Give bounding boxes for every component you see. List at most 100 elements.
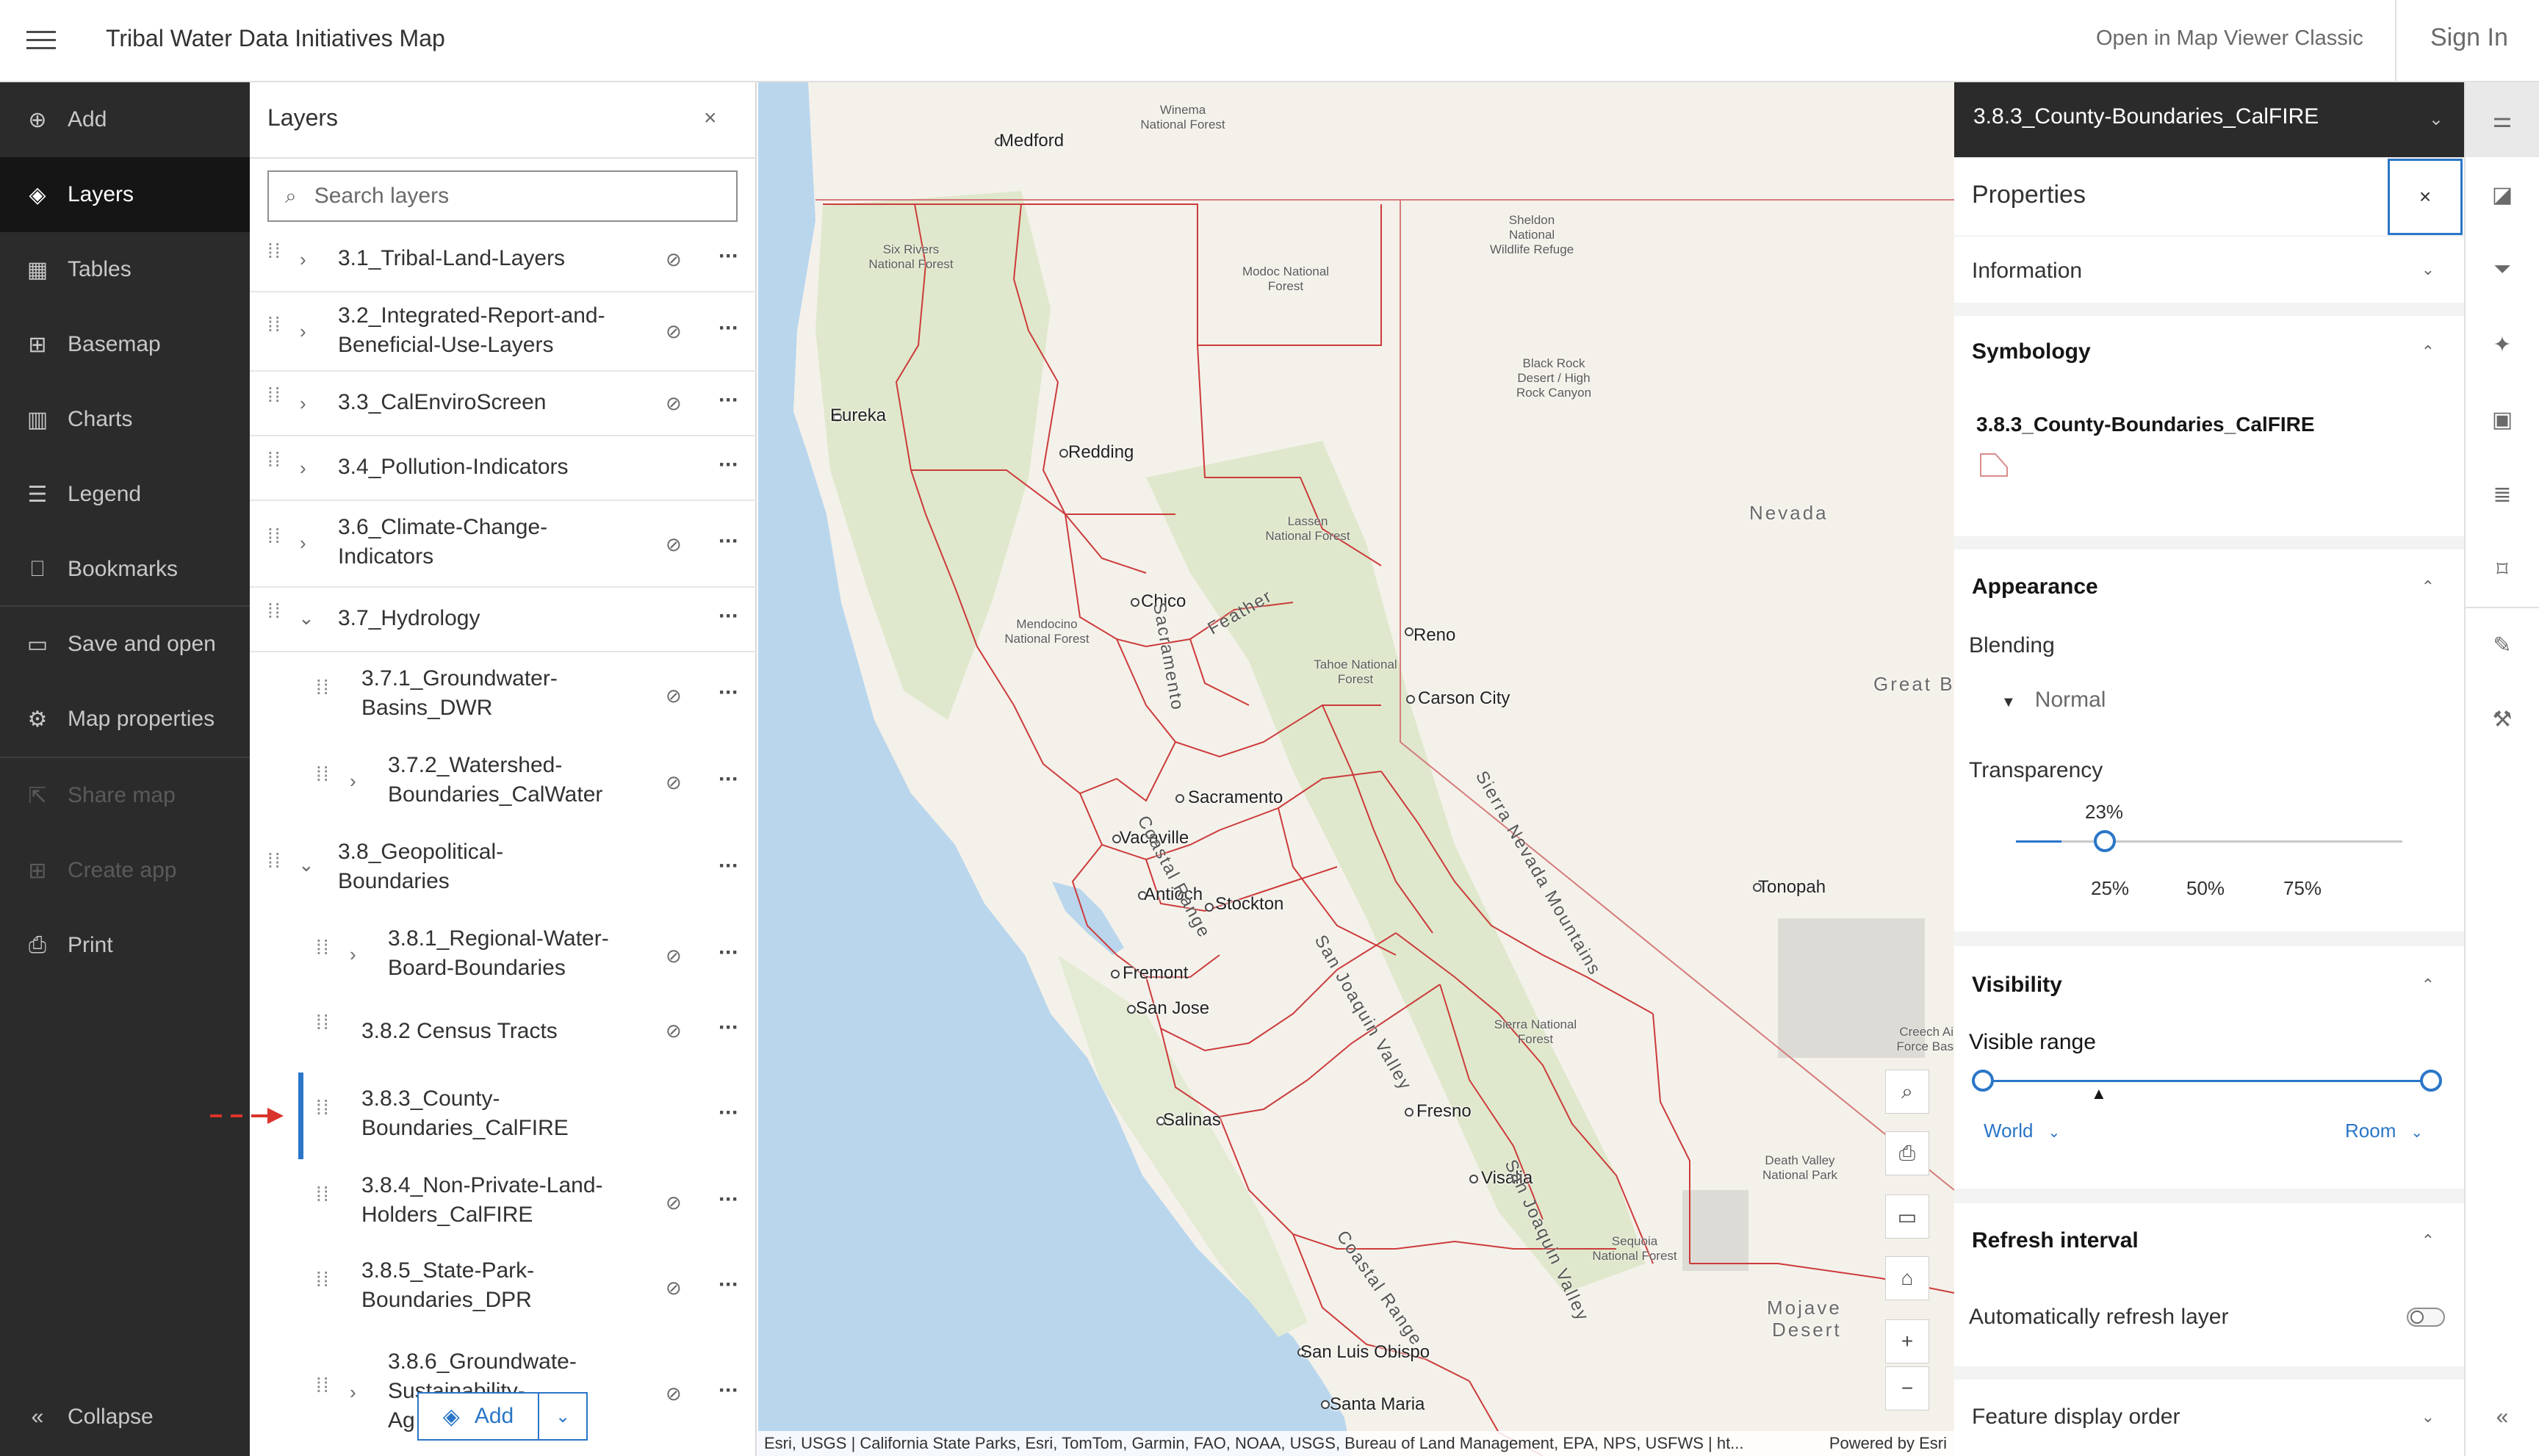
add-button-main[interactable]: ◈ Add: [419, 1394, 539, 1439]
expand-icon[interactable]: «: [2466, 1380, 2539, 1455]
nav-save-and-open[interactable]: ▭ Save and open: [0, 607, 250, 682]
menu-icon[interactable]: [26, 25, 56, 54]
more-icon[interactable]: ···: [719, 316, 739, 341]
map-search-icon[interactable]: ⌕: [1885, 1070, 1929, 1114]
more-icon[interactable]: ···: [719, 1187, 739, 1212]
map-print-icon[interactable]: ⎙: [1885, 1131, 1929, 1175]
chevron-right-icon[interactable]: ›: [300, 248, 306, 271]
visible-range-track[interactable]: [1982, 1080, 2429, 1082]
popups-icon[interactable]: ▣: [2466, 382, 2539, 457]
drag-handle-icon[interactable]: ⁞⁞: [267, 385, 281, 416]
visibility-off-icon[interactable]: ⊘: [666, 392, 692, 414]
effects-icon[interactable]: ✦: [2466, 307, 2539, 382]
more-icon[interactable]: ···: [719, 529, 739, 554]
chevron-right-icon[interactable]: ›: [300, 320, 306, 343]
chevron-right-icon[interactable]: ›: [300, 457, 306, 480]
transparency-track[interactable]: [2016, 840, 2402, 843]
more-icon[interactable]: ···: [719, 940, 739, 965]
drag-handle-icon[interactable]: ⁞⁞: [316, 1184, 329, 1215]
range-max-select[interactable]: Room ⌄: [2345, 1120, 2423, 1142]
close-icon[interactable]: ×: [704, 106, 717, 131]
visibility-off-icon[interactable]: ⊘: [666, 533, 692, 555]
drag-handle-icon[interactable]: ⁞⁞: [316, 1098, 329, 1128]
more-icon[interactable]: ···: [719, 854, 739, 879]
chevron-down-icon[interactable]: ⌄: [298, 854, 314, 876]
drag-handle-icon[interactable]: ⁞⁞: [316, 1375, 329, 1406]
range-min-thumb[interactable]: [1972, 1070, 1994, 1092]
nav-basemap[interactable]: ⊞ Basemap: [0, 307, 250, 382]
chevron-right-icon[interactable]: ›: [300, 532, 306, 555]
properties-icon[interactable]: ⚌: [2466, 82, 2539, 157]
feature-order-section[interactable]: Feature display order ⌄: [1954, 1380, 2464, 1456]
layer-row[interactable]: ⁞⁞ › 3.2_Integrated-Report-and- Benefici…: [250, 292, 757, 372]
layer-row[interactable]: ⁞⁞ › 3.8.1_Regional-Water- Board-Boundar…: [250, 912, 757, 999]
layer-row-selected[interactable]: ⁞⁞ 3.8.3_County- Boundaries_CalFIRE ···: [250, 1073, 757, 1159]
more-icon[interactable]: ···: [719, 1272, 739, 1297]
more-icon[interactable]: ···: [719, 453, 739, 477]
drag-handle-icon[interactable]: ⁞⁞: [267, 851, 281, 882]
chevron-down-icon[interactable]: ⌄: [2421, 1408, 2435, 1427]
layer-row[interactable]: ⁞⁞ › 3.7.2_Watershed- Boundaries_CalWate…: [250, 739, 757, 826]
styles-icon[interactable]: ◪: [2466, 157, 2539, 232]
more-icon[interactable]: ···: [719, 244, 739, 269]
configure-icon[interactable]: ⚒: [2466, 682, 2539, 757]
drag-handle-icon[interactable]: ⁞⁞: [316, 1269, 329, 1300]
range-min-select[interactable]: World ⌄: [1984, 1120, 2060, 1142]
layer-row[interactable]: ⁞⁞ › 3.1_Tribal-Land-Layers ⊘ ···: [250, 228, 757, 292]
nav-layers[interactable]: ◈ Layers: [0, 157, 250, 232]
visibility-off-icon[interactable]: ⊘: [666, 771, 692, 793]
visibility-off-icon[interactable]: ⊘: [666, 1277, 692, 1299]
more-icon[interactable]: ···: [719, 1378, 739, 1403]
chevron-right-icon[interactable]: ›: [350, 770, 356, 793]
nav-print[interactable]: ⎙ Print: [0, 908, 250, 983]
layer-row[interactable]: ⁞⁞ 3.7.1_Groundwater- Basins_DWR ⊘ ···: [250, 652, 757, 739]
drag-handle-icon[interactable]: ⁞⁞: [267, 526, 281, 557]
zoom-out-icon[interactable]: −: [1885, 1366, 1929, 1410]
transparency-thumb[interactable]: [2094, 830, 2116, 852]
layer-row[interactable]: ⁞⁞ › 3.3_CalEnviroScreen ⊘ ···: [250, 372, 757, 436]
nav-map-properties[interactable]: ⚙ Map properties: [0, 682, 250, 757]
layer-selector[interactable]: 3.8.3_County-Boundaries_CalFIRE ⌄: [1954, 82, 2464, 157]
fields-icon[interactable]: ≣: [2466, 457, 2539, 532]
chevron-right-icon[interactable]: ›: [300, 392, 306, 415]
drag-handle-icon[interactable]: ⁞⁞: [316, 1012, 329, 1043]
nav-collapse[interactable]: « Collapse: [0, 1380, 250, 1455]
section-title[interactable]: Appearance: [1972, 574, 2098, 599]
visibility-off-icon[interactable]: ⊘: [666, 320, 692, 342]
section-title[interactable]: Symbology: [1972, 339, 2091, 364]
chevron-down-icon[interactable]: ⌄: [298, 607, 314, 630]
add-layer-button[interactable]: ◈ Add ⌄: [417, 1392, 588, 1441]
chevron-down-icon[interactable]: ⌄: [2421, 260, 2435, 279]
nav-tables[interactable]: ▦ Tables: [0, 232, 250, 307]
range-max-thumb[interactable]: [2420, 1070, 2442, 1092]
labels-icon[interactable]: ⌑: [2466, 532, 2539, 607]
drag-handle-icon[interactable]: ⁞⁞: [316, 677, 329, 708]
sketch-icon[interactable]: ✎: [2466, 607, 2539, 682]
section-title[interactable]: Visibility: [1972, 973, 2062, 998]
polygon-symbol-icon[interactable]: [1978, 450, 2010, 479]
drag-handle-icon[interactable]: ⁞⁞: [316, 937, 329, 968]
open-classic-link[interactable]: Open in Map Viewer Classic: [2096, 26, 2363, 51]
visibility-off-icon[interactable]: ⊘: [666, 248, 692, 270]
nav-legend[interactable]: ☰ Legend: [0, 457, 250, 532]
visibility-off-icon[interactable]: ⊘: [666, 685, 692, 707]
drag-handle-icon[interactable]: ⁞⁞: [267, 450, 281, 480]
chevron-right-icon[interactable]: ›: [350, 1381, 356, 1404]
visibility-off-icon[interactable]: ⊘: [666, 1020, 692, 1042]
more-icon[interactable]: ···: [719, 680, 739, 705]
more-icon[interactable]: ···: [719, 388, 739, 413]
drag-handle-icon[interactable]: ⁞⁞: [316, 764, 329, 795]
chevron-up-icon[interactable]: ⌃: [2421, 342, 2435, 361]
close-icon[interactable]: ×: [2388, 159, 2463, 235]
zoom-in-icon[interactable]: +: [1885, 1319, 1929, 1363]
section-title[interactable]: Refresh interval: [1972, 1228, 2139, 1253]
powered-by[interactable]: Powered by Esri: [1829, 1434, 1947, 1453]
nav-bookmarks[interactable]: ⎕ Bookmarks: [0, 532, 250, 607]
drag-handle-icon[interactable]: ⁞⁞: [267, 601, 281, 632]
chevron-up-icon[interactable]: ⌃: [2421, 976, 2435, 995]
more-icon[interactable]: ···: [719, 1100, 739, 1125]
layer-row[interactable]: ⁞⁞ 3.8.4_Non-Private-Land- Holders_CalFI…: [250, 1159, 757, 1246]
blending-select[interactable]: ▼ Normal: [2001, 688, 2106, 713]
auto-refresh-toggle[interactable]: [2407, 1308, 2445, 1327]
visibility-off-icon[interactable]: ⊘: [666, 945, 692, 967]
